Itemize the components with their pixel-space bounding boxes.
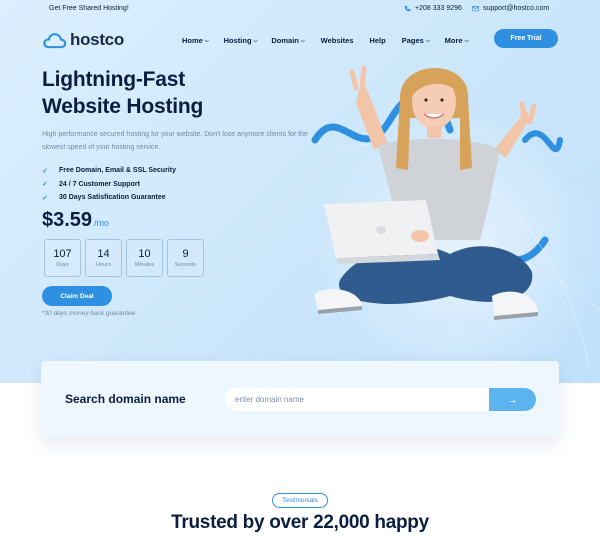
top-bar: Get Free Shared Hosting! +208 333 9296 s… <box>0 0 600 18</box>
nav-item-more[interactable]: More ⌵ <box>445 36 469 45</box>
testimonials-tag: Testimonials <box>272 493 328 508</box>
feature-item: ✓ 24 / 7 Customer Support <box>42 178 176 192</box>
phone-contact[interactable]: +208 333 9296 <box>404 5 462 12</box>
claim-deal-button[interactable]: Claim Deal <box>42 286 112 306</box>
countdown-timer: 107 Days 14 Hours 10 Minutes 9 Seconds <box>44 239 204 277</box>
brand-name: hostco <box>70 30 124 49</box>
email-address: support@hostco.com <box>483 5 550 12</box>
feature-item: ✓ Free Domain, Email & SSL Security <box>42 164 176 178</box>
guarantee-note: *30 days money back guarantee <box>42 310 136 317</box>
nav-label: Pages <box>401 36 424 45</box>
hero-section: Get Free Shared Hosting! +208 333 9296 s… <box>0 0 600 383</box>
countdown-label: Seconds <box>174 262 197 268</box>
countdown-label: Hours <box>96 262 111 268</box>
feature-item: ✓ 30 Days Satisfication Guarantee <box>42 191 176 205</box>
countdown-value: 107 <box>53 248 72 260</box>
countdown-value: 10 <box>138 248 151 260</box>
feature-list: ✓ Free Domain, Email & SSL Security ✓ 24… <box>42 164 176 205</box>
domain-search-input[interactable] <box>225 388 491 411</box>
countdown-value: 14 <box>97 248 110 260</box>
countdown-hours: 14 Hours <box>85 239 122 277</box>
mail-icon <box>472 6 479 12</box>
nav-item-hosting[interactable]: Hosting ⌵ <box>224 36 258 45</box>
countdown-label: Days <box>56 262 69 268</box>
cloud-icon <box>43 32 67 48</box>
brand-logo[interactable]: hostco <box>42 30 124 50</box>
check-icon: ✓ <box>42 194 48 202</box>
chevron-down-icon: ⌵ <box>425 37 430 44</box>
nav-label: Hosting <box>223 36 252 45</box>
nav-item-domain[interactable]: Domain ⌵ <box>271 36 304 45</box>
nav-label: Websites <box>320 36 354 45</box>
price-period: /mo <box>94 218 110 228</box>
countdown-minutes: 10 Minutes <box>126 239 163 277</box>
check-icon: ✓ <box>42 181 48 189</box>
hero-person-illustration <box>314 65 538 320</box>
main-nav: Home ⌵ Hosting ⌵ Domain ⌵ Websites Help … <box>182 36 468 45</box>
email-contact[interactable]: support@hostco.com <box>472 5 549 12</box>
phone-icon <box>404 5 411 12</box>
chevron-down-icon: ⌵ <box>464 37 469 44</box>
feature-text: 24 / 7 Customer Support <box>59 180 140 188</box>
nav-item-pages[interactable]: Pages ⌵ <box>402 36 430 45</box>
nav-item-help[interactable]: Help <box>369 36 385 45</box>
nav-label: Help <box>369 36 386 45</box>
domain-search-card: Search domain name → <box>41 361 559 437</box>
chevron-down-icon: ⌵ <box>253 37 258 44</box>
nav-label: Domain <box>271 36 299 45</box>
testimonials-title: Trusted by over 22,000 happy <box>171 512 429 533</box>
nav-item-home[interactable]: Home ⌵ <box>182 36 209 45</box>
headline-line-2: Website Hosting <box>42 95 204 118</box>
hero-headline: Lightning-Fast Website Hosting <box>42 66 203 120</box>
promo-text: Get Free Shared Hosting! <box>49 5 129 12</box>
feature-text: Free Domain, Email & SSL Security <box>59 167 176 175</box>
countdown-value: 9 <box>182 248 189 260</box>
countdown-label: Minutes <box>134 262 155 268</box>
free-trial-button[interactable]: Free Trial <box>494 29 558 48</box>
arrow-right-icon: → <box>507 393 518 406</box>
headline-line-1: Lightning-Fast <box>42 68 186 91</box>
domain-search-button[interactable]: → <box>489 388 536 411</box>
countdown-seconds: 9 Seconds <box>167 239 204 277</box>
chevron-down-icon: ⌵ <box>204 37 209 44</box>
feature-text: 30 Days Satisfication Guarantee <box>59 194 166 202</box>
hero-description: High performance secured hosting for you… <box>42 131 308 151</box>
price: $3.59 /mo <box>42 209 109 232</box>
countdown-days: 107 Days <box>44 239 81 277</box>
nav-label: More <box>444 36 463 45</box>
domain-search-title: Search domain name <box>65 392 186 406</box>
phone-number: +208 333 9296 <box>415 5 462 12</box>
chevron-down-icon: ⌵ <box>300 37 305 44</box>
price-amount: $3.59 <box>42 209 93 231</box>
check-icon: ✓ <box>42 167 48 175</box>
nav-item-websites[interactable]: Websites <box>321 36 354 45</box>
nav-label: Home <box>182 36 203 45</box>
